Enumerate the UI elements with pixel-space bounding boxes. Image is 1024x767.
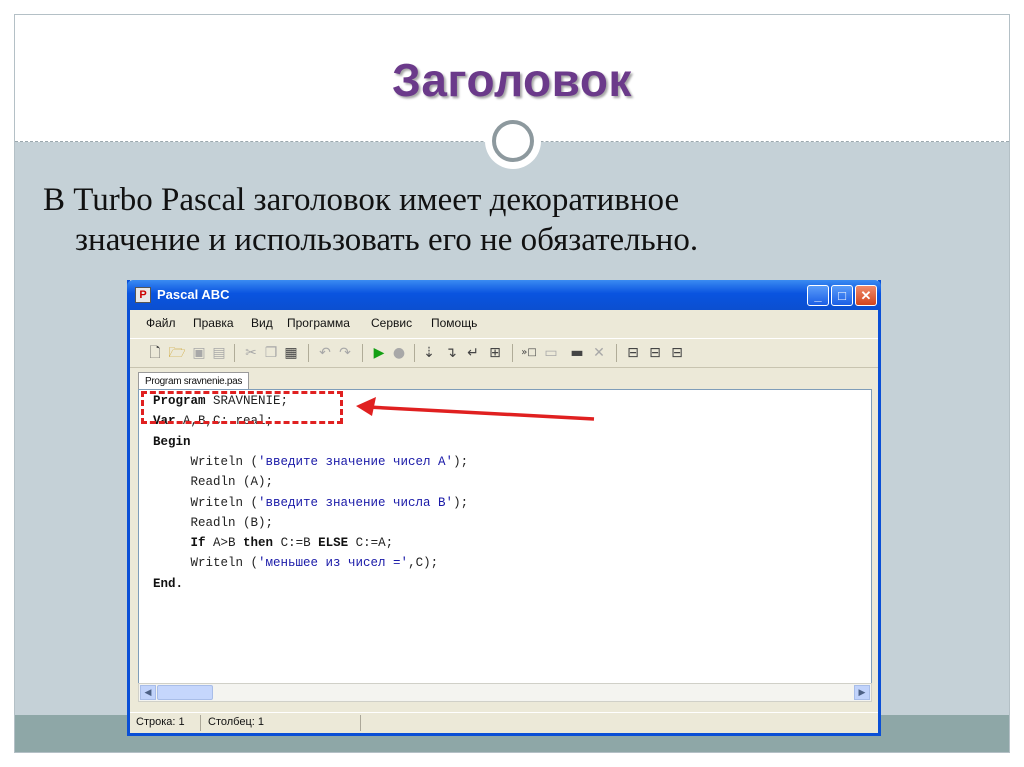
paste-icon[interactable]: ▦: [282, 344, 300, 362]
save-all-icon[interactable]: ▤: [210, 344, 228, 362]
window-3-icon[interactable]: ⊟: [668, 344, 686, 362]
code-text: Writeln (: [153, 454, 259, 469]
run-icon[interactable]: ▶: [370, 344, 388, 362]
code-line: Readln (A);: [153, 475, 274, 490]
horizontal-scrollbar[interactable]: ◀ ▶: [138, 683, 872, 702]
body-line-2: значение и использовать его не обязатель…: [75, 222, 699, 258]
status-row: Строка: 1: [136, 716, 185, 728]
step-out-icon[interactable]: ↵: [464, 344, 482, 362]
menu-view[interactable]: Вид: [251, 316, 273, 330]
menu-service[interactable]: Сервис: [371, 316, 412, 330]
scroll-left-icon[interactable]: ◀: [140, 685, 156, 700]
maximize-button[interactable]: □: [831, 285, 853, 306]
window-title: Pascal ABC: [157, 287, 230, 302]
code-line: Writeln ('введите значение числа B');: [153, 495, 469, 510]
code-text: A>B: [205, 536, 244, 551]
code-line: Readln (B);: [153, 515, 274, 530]
code-string: 'меньшее из чисел =': [258, 556, 409, 571]
code-keyword: End.: [153, 576, 184, 591]
step-into-icon[interactable]: ⇣: [420, 344, 438, 362]
window-1-icon[interactable]: ⊟: [624, 344, 642, 362]
menu-file[interactable]: Файл: [146, 316, 176, 330]
toolbar-separator: [234, 344, 235, 362]
toolbar-separator: [616, 344, 617, 362]
code-string: 'введите значение числа B': [258, 495, 454, 510]
copy-icon[interactable]: ❐: [262, 344, 280, 362]
clear-icon[interactable]: ✕: [590, 344, 608, 362]
menu-help[interactable]: Помощь: [431, 316, 477, 330]
new-file-icon[interactable]: 🗋: [146, 344, 164, 362]
app-icon: P: [135, 287, 151, 303]
menu-program[interactable]: Программа: [287, 316, 350, 330]
breakpoint-icon[interactable]: »□: [520, 344, 538, 362]
window-titlebar[interactable]: P Pascal ABC _ □ ✕: [127, 280, 881, 310]
code-text: Writeln (: [153, 495, 259, 510]
evaluate-icon[interactable]: ▬: [568, 344, 586, 362]
code-keyword: ELSE: [318, 536, 349, 551]
toolbar-separator: [414, 344, 415, 362]
code-string: 'введите значение чисел A': [258, 454, 454, 469]
cut-icon[interactable]: ✂: [242, 344, 260, 362]
minimize-button[interactable]: _: [807, 285, 829, 306]
window-2-icon[interactable]: ⊟: [646, 344, 664, 362]
code-text: );: [453, 495, 469, 510]
code-text: );: [453, 454, 469, 469]
code-line: Writeln ('введите значение чисел A');: [153, 454, 469, 469]
stop-icon[interactable]: ●: [390, 344, 408, 362]
tab-program-sravnenie[interactable]: Program sravnenie.pas: [138, 372, 250, 390]
status-column: Столбец: 1: [208, 716, 264, 728]
code-text: C:=B: [273, 536, 319, 551]
code-text: Readln (B);: [153, 515, 274, 530]
save-icon[interactable]: ▣: [190, 344, 208, 362]
code-text: Writeln (: [153, 556, 259, 571]
code-keyword: If: [190, 536, 206, 551]
watch-icon[interactable]: ▭: [542, 344, 560, 362]
toolbar-separator: [512, 344, 513, 362]
code-line: Writeln ('меньшее из чисел =',C);: [153, 556, 439, 571]
toolbar-separator: [362, 344, 363, 362]
run-to-cursor-icon[interactable]: ⊞: [486, 344, 504, 362]
slide-title: Заголовок: [392, 54, 632, 106]
code-line: Begin: [153, 435, 191, 449]
code-line: End.: [153, 577, 183, 591]
slide-body-text: В Turbo Pascal заголовок имеет декоратив…: [43, 180, 923, 260]
undo-icon[interactable]: ↶: [316, 344, 334, 362]
body-line-1: В Turbo Pascal заголовок имеет декоратив…: [43, 182, 680, 218]
status-separator: [200, 715, 201, 731]
step-over-icon[interactable]: ↴: [442, 344, 460, 362]
status-separator: [360, 715, 361, 731]
status-bar: Строка: 1 Столбец: 1: [130, 712, 878, 734]
code-editor[interactable]: Program SRAVNENIE; Var A,B,C: real; Begin …: [138, 389, 872, 689]
code-line: If A>B then C:=B ELSE C:=A;: [153, 536, 394, 551]
code-text: ,C);: [408, 556, 439, 571]
toolbar-separator: [308, 344, 309, 362]
code-text: C:=A;: [348, 536, 394, 551]
pascal-abc-window: P Pascal ABC _ □ ✕ Файл Правка Вид Прогр…: [127, 280, 881, 736]
circle-ornament-icon: [485, 113, 541, 169]
open-folder-icon[interactable]: 🗁: [168, 344, 186, 362]
program-header-highlight: [141, 391, 343, 424]
menu-bar: Файл Правка Вид Программа Сервис Помощь: [130, 310, 878, 336]
code-keyword: Begin: [153, 434, 191, 449]
close-button[interactable]: ✕: [855, 285, 877, 306]
code-keyword: then: [243, 536, 274, 551]
menu-edit[interactable]: Правка: [193, 316, 234, 330]
scroll-right-icon[interactable]: ▶: [854, 685, 870, 700]
code-text: Readln (A);: [153, 475, 274, 490]
pointer-arrow-icon: [356, 397, 595, 421]
toolbar: 🗋 🗁 ▣ ▤ ✂ ❐ ▦ ↶ ↷ ▶ ● ⇣ ↴ ↵ ⊞ »□ ▭ ▬ ✕ ⊟…: [130, 338, 878, 368]
redo-icon[interactable]: ↷: [336, 344, 354, 362]
scrollbar-thumb[interactable]: [157, 685, 213, 700]
